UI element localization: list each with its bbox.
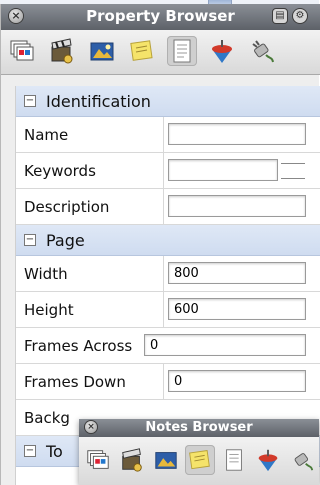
plug-cable-icon[interactable]	[247, 36, 277, 66]
width-input[interactable]	[168, 262, 306, 284]
collapse-window-icon[interactable]: ▤	[273, 9, 287, 23]
property-row-frames-down: Frames Down	[16, 364, 320, 400]
media-slide-icon[interactable]	[151, 445, 181, 475]
clapperboard-icon[interactable]	[117, 445, 147, 475]
height-input[interactable]	[168, 298, 306, 320]
property-row-name: Name	[16, 117, 320, 153]
column-divider	[163, 189, 164, 224]
notes-toolbar	[79, 437, 319, 485]
spinning-top-icon[interactable]	[253, 445, 283, 475]
plug-cable-icon[interactable]	[287, 445, 317, 475]
section-page[interactable]: − Page	[16, 225, 320, 256]
property-row-height: Height	[16, 292, 320, 328]
sticky-notes-icon[interactable]	[127, 36, 157, 66]
property-label: Width	[24, 265, 68, 283]
slides-stack-icon[interactable]	[7, 36, 37, 66]
column-divider	[163, 256, 164, 291]
keywords-input[interactable]	[168, 159, 278, 181]
section-label: Page	[46, 231, 85, 250]
name-input[interactable]	[168, 123, 306, 145]
property-row-keywords: Keywords	[16, 153, 320, 189]
section-label: To	[46, 442, 63, 461]
slides-stack-icon[interactable]	[83, 445, 113, 475]
title-bar[interactable]: × Property Browser ▤ ⚙	[1, 4, 320, 31]
property-row-width: Width	[16, 256, 320, 292]
property-row-frames-across: Frames Across	[16, 328, 320, 364]
property-label: Frames Down	[24, 373, 126, 391]
column-divider	[163, 364, 164, 399]
section-identification[interactable]: − Identification	[16, 86, 320, 117]
column-divider	[163, 292, 164, 327]
notes-browser-window: × Notes Browser	[79, 419, 319, 485]
media-slide-icon[interactable]	[87, 36, 117, 66]
settings-icon[interactable]: ⚙	[293, 9, 307, 23]
keywords-list-button[interactable]	[281, 163, 305, 179]
clapperboard-icon[interactable]	[47, 36, 77, 66]
document-page-icon[interactable]	[167, 36, 197, 66]
property-label: Keywords	[24, 162, 96, 180]
property-label: Description	[24, 198, 110, 216]
property-label: Height	[24, 301, 74, 319]
sticky-notes-icon[interactable]	[185, 445, 215, 475]
property-label: Backg	[24, 409, 70, 427]
property-label: Name	[24, 126, 69, 144]
property-label: Frames Across	[24, 337, 133, 355]
description-input[interactable]	[168, 195, 306, 217]
property-row-description: Description	[16, 189, 320, 225]
document-page-icon[interactable]	[219, 445, 249, 475]
frames-across-input[interactable]	[144, 334, 306, 356]
property-browser-window: × Property Browser ▤ ⚙ − Identification …	[0, 4, 320, 485]
collapse-icon[interactable]: −	[24, 234, 36, 246]
notes-window-title: Notes Browser	[145, 420, 253, 435]
section-label: Identification	[46, 92, 151, 111]
column-divider	[163, 153, 164, 188]
toolbar	[1, 30, 320, 75]
collapse-icon[interactable]: −	[24, 445, 36, 457]
frames-down-input[interactable]	[168, 370, 306, 392]
notes-title-bar[interactable]: × Notes Browser	[79, 419, 319, 437]
column-divider	[163, 117, 164, 152]
spinning-top-icon[interactable]	[207, 36, 237, 66]
collapse-icon[interactable]: −	[24, 95, 36, 107]
